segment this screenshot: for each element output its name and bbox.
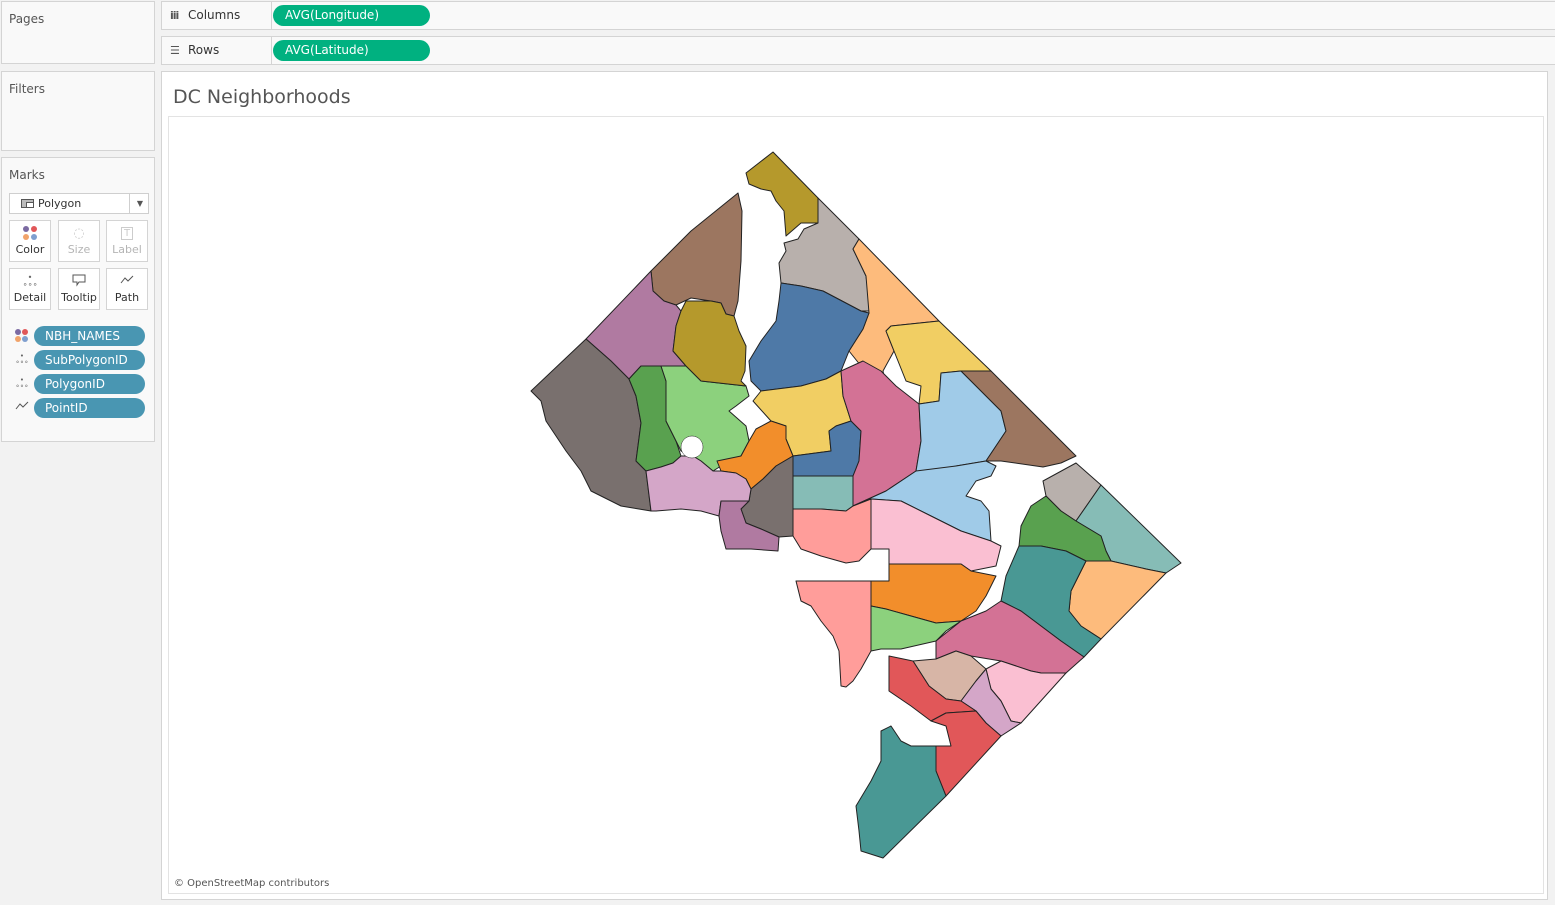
tooltip-button[interactable]: Tooltip	[58, 268, 100, 310]
detail-icon: • ∘∘∘	[22, 273, 38, 289]
view-title: DC Neighborhoods	[173, 86, 351, 108]
neighborhood-polygon[interactable]	[855, 725, 947, 859]
rows-icon: ☰	[170, 44, 180, 57]
label-button[interactable]: T Label	[106, 220, 148, 262]
pointid-pill[interactable]: PointID	[34, 398, 145, 418]
field-nbh-names[interactable]: NBH_NAMES	[14, 326, 146, 346]
pages-card: Pages	[1, 1, 155, 64]
rows-shelf[interactable]: ☰ Rows AVG(Latitude)	[161, 36, 1555, 65]
neighborhood-polygon[interactable]	[792, 475, 854, 512]
map-hole	[680, 435, 704, 459]
label-icon: T	[107, 221, 147, 243]
neighborhood-polygon[interactable]	[795, 580, 872, 688]
rows-shelf-label: ☰ Rows	[162, 37, 272, 64]
map-pane[interactable]: © OpenStreetMap contributors	[168, 116, 1544, 894]
color-icon	[14, 329, 30, 343]
size-icon: ◌	[73, 226, 85, 241]
columns-shelf[interactable]: iii Columns AVG(Longitude)	[161, 1, 1555, 30]
detail-icon: • ∘∘∘	[15, 352, 29, 366]
worksheet-view: DC Neighborhoods © OpenStreetMap contrib…	[161, 71, 1548, 900]
field-polygonid[interactable]: • ∘∘∘ PolygonID	[14, 374, 146, 394]
dc-neighborhoods-map[interactable]	[169, 117, 1545, 895]
filters-title: Filters	[9, 82, 45, 96]
marks-card: Marks Polygon ▼ Color ◌ Size T Label • ∘∘…	[1, 157, 155, 442]
path-icon	[107, 269, 147, 291]
longitude-pill[interactable]: AVG(Longitude)	[273, 5, 430, 26]
map-attribution: © OpenStreetMap contributors	[174, 878, 330, 889]
path-button[interactable]: Path	[106, 268, 148, 310]
columns-shelf-label: iii Columns	[162, 2, 272, 29]
pages-title: Pages	[9, 12, 45, 26]
field-pointid[interactable]: PointID	[14, 398, 146, 418]
field-subpolygonid[interactable]: • ∘∘∘ SubPolygonID	[14, 350, 146, 370]
subpolygonid-pill[interactable]: SubPolygonID	[34, 350, 145, 370]
filters-card[interactable]: Filters	[1, 71, 155, 151]
color-icon	[10, 221, 50, 243]
neighborhood-polygon[interactable]	[650, 192, 743, 317]
tooltip-icon	[59, 269, 99, 291]
columns-icon: iii	[170, 9, 179, 22]
neighborhood-polygon[interactable]	[745, 151, 819, 237]
latitude-pill[interactable]: AVG(Latitude)	[273, 40, 430, 61]
marks-title: Marks	[9, 168, 45, 182]
nbh-names-pill[interactable]: NBH_NAMES	[34, 326, 145, 346]
polygon-icon	[21, 199, 34, 208]
detail-button[interactable]: • ∘∘∘ Detail	[9, 268, 51, 310]
size-button[interactable]: ◌ Size	[58, 220, 100, 262]
chevron-down-icon[interactable]: ▼	[137, 194, 143, 213]
mark-type-value: Polygon	[38, 197, 82, 210]
color-button[interactable]: Color	[9, 220, 51, 262]
mark-type-dropdown[interactable]: Polygon ▼	[9, 193, 149, 214]
path-icon	[14, 401, 30, 415]
detail-icon: • ∘∘∘	[15, 376, 29, 390]
polygonid-pill[interactable]: PolygonID	[34, 374, 145, 394]
